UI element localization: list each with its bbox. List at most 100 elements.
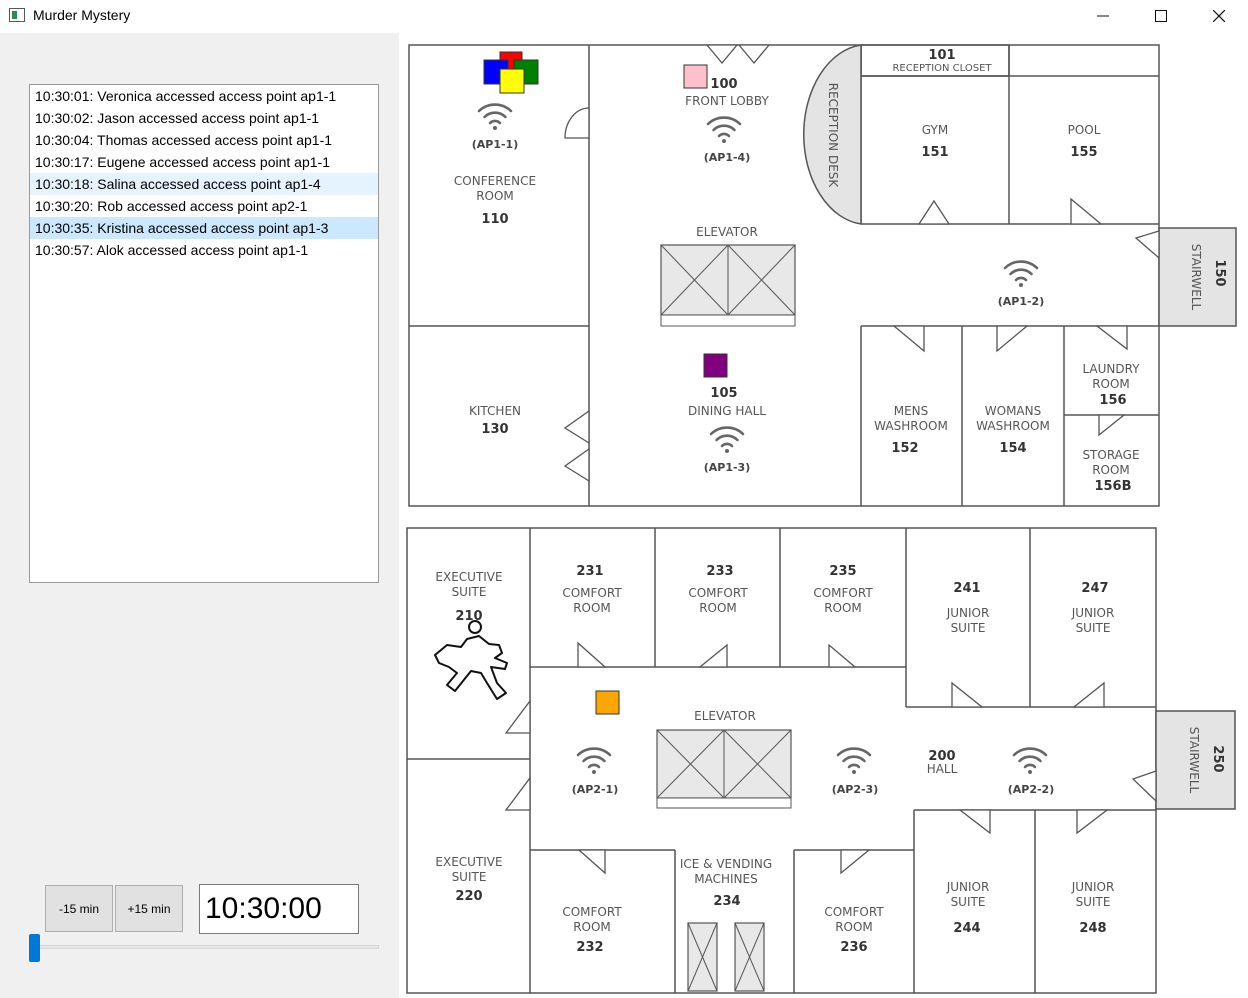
- floor-plan-svg: 101 RECEPTION CLOSET 100 FRONT LOBBY CON…: [406, 44, 1237, 994]
- room-156-number: 156: [1099, 393, 1126, 408]
- room-156b-name-2: ROOM: [1092, 463, 1130, 477]
- room-155-name: POOL: [1068, 123, 1101, 137]
- room-244-number: 244: [953, 921, 980, 936]
- close-icon: [1213, 10, 1225, 22]
- room-235-name-1: COMFORT: [813, 586, 873, 600]
- wifi-icon[interactable]: [709, 426, 745, 455]
- room-156-name-2: ROOM: [1092, 377, 1130, 391]
- stairwell-250-number: 250: [1210, 745, 1225, 772]
- minimize-button[interactable]: [1074, 0, 1132, 32]
- room-234-name-2: MACHINES: [694, 872, 757, 886]
- time-slider-thumb[interactable]: [29, 934, 40, 962]
- close-button[interactable]: [1190, 0, 1248, 32]
- person-marker[interactable]: [499, 68, 525, 94]
- floor-map: 101 RECEPTION CLOSET 100 FRONT LOBBY CON…: [399, 33, 1248, 998]
- room-200-name: HALL: [927, 762, 958, 776]
- room-247-name-2: SUITE: [1076, 621, 1111, 635]
- room-105-name: DINING HALL: [688, 404, 766, 418]
- log-entry[interactable]: 10:30:02: Jason accessed access point ap…: [30, 107, 378, 129]
- room-156b-name-1: STORAGE: [1082, 448, 1139, 462]
- stairwell-150-number: 150: [1212, 259, 1227, 286]
- title-bar: Murder Mystery: [0, 0, 1248, 32]
- stairwell-150-label: STAIRWELL: [1189, 244, 1203, 311]
- room-241-name-2: SUITE: [951, 621, 986, 635]
- room-155-number: 155: [1070, 145, 1097, 160]
- elevator-2-label: ELEVATOR: [694, 709, 756, 723]
- person-marker[interactable]: [683, 64, 708, 89]
- ap2-3-label: (AP2-3): [832, 783, 879, 796]
- room-210-name-1: EXECUTIVE: [435, 570, 502, 584]
- wifi-icon[interactable]: [1012, 747, 1048, 776]
- room-151-name: GYM: [922, 123, 948, 137]
- room-231-name-2: ROOM: [573, 601, 611, 615]
- log-entry[interactable]: 10:30:01: Veronica accessed access point…: [30, 85, 378, 107]
- room-244-name-1: JUNIOR: [946, 880, 990, 894]
- room-156b-number: 156B: [1094, 479, 1131, 494]
- room-210-number: 210: [455, 609, 482, 624]
- log-entry-selected[interactable]: 10:30:35: Kristina accessed access point…: [30, 217, 378, 239]
- room-130-name: KITCHEN: [469, 404, 521, 418]
- room-210-name-2: SUITE: [452, 585, 487, 599]
- room-156-name-1: LAUNDRY: [1082, 362, 1140, 376]
- room-235-name-2: ROOM: [824, 601, 862, 615]
- plus-15-min-button[interactable]: +15 min: [115, 885, 183, 932]
- reception-desk-label: RECEPTION DESK: [826, 83, 840, 189]
- room-154-name-1: WOMANS: [985, 404, 1041, 418]
- room-130-number: 130: [481, 422, 508, 437]
- person-marker[interactable]: [703, 353, 728, 378]
- wifi-icon[interactable]: [576, 747, 612, 776]
- wifi-icon[interactable]: [836, 747, 872, 776]
- room-105-number: 105: [710, 386, 737, 401]
- room-110-name-1: CONFERENCE: [454, 174, 536, 188]
- floor-1: 101 RECEPTION CLOSET 100 FRONT LOBBY CON…: [408, 44, 1237, 507]
- room-232-number: 232: [576, 940, 603, 955]
- app-icon: [9, 8, 25, 22]
- maximize-icon: [1155, 10, 1167, 22]
- room-101-number: 101: [928, 48, 955, 63]
- room-248-number: 248: [1079, 921, 1106, 936]
- log-entry[interactable]: 10:30:04: Thomas accessed access point a…: [30, 129, 378, 151]
- room-232-name-1: COMFORT: [562, 905, 622, 919]
- room-154-number: 154: [999, 441, 1026, 456]
- room-234-number: 234: [713, 894, 740, 909]
- room-244-name-2: SUITE: [951, 895, 986, 909]
- room-235-number: 235: [829, 564, 856, 579]
- maximize-button[interactable]: [1132, 0, 1190, 32]
- room-236-name-1: COMFORT: [824, 905, 884, 919]
- room-233-name-2: ROOM: [699, 601, 737, 615]
- room-247-name-1: JUNIOR: [1071, 606, 1115, 620]
- room-152-name-2: WASHROOM: [874, 419, 948, 433]
- room-241-number: 241: [953, 581, 980, 596]
- room-236-number: 236: [840, 940, 867, 955]
- wifi-icon[interactable]: [1003, 260, 1039, 289]
- ap1-1-label: (AP1-1): [472, 138, 519, 151]
- ap1-4-label: (AP1-4): [704, 151, 751, 164]
- room-220-name-1: EXECUTIVE: [435, 855, 502, 869]
- room-152-name-1: MENS: [894, 404, 929, 418]
- ap1-3-label: (AP1-3): [704, 461, 751, 474]
- elevator-1-label: ELEVATOR: [696, 225, 758, 239]
- room-234-name-1: ICE & VENDING: [680, 857, 772, 871]
- room-231-name-1: COMFORT: [562, 586, 622, 600]
- ap1-2-label: (AP1-2): [998, 295, 1045, 308]
- ap2-2-label: (AP2-2): [1008, 783, 1055, 796]
- room-233-name-1: COMFORT: [688, 586, 748, 600]
- ap2-1-label: (AP2-1): [572, 783, 619, 796]
- room-100-number: 100: [710, 77, 737, 92]
- access-log-list[interactable]: 10:30:01: Veronica accessed access point…: [29, 84, 379, 583]
- room-100-name: FRONT LOBBY: [685, 94, 769, 108]
- log-entry[interactable]: 10:30:17: Eugene accessed access point a…: [30, 151, 378, 173]
- person-marker[interactable]: [595, 690, 620, 715]
- chalk-outline-icon: [434, 620, 508, 700]
- wifi-icon[interactable]: [706, 116, 742, 145]
- log-entry[interactable]: 10:30:18: Salina accessed access point a…: [30, 173, 378, 195]
- window-title: Murder Mystery: [33, 7, 131, 23]
- floor-2: EXECUTIVE SUITE 210 EXECUTIVE SUITE 220 …: [406, 527, 1236, 994]
- room-101-name: RECEPTION CLOSET: [892, 63, 992, 74]
- room-151-number: 151: [921, 145, 948, 160]
- wifi-icon[interactable]: [477, 103, 513, 132]
- minus-15-min-button[interactable]: -15 min: [45, 885, 113, 932]
- time-slider-track[interactable]: [34, 945, 379, 949]
- log-entry[interactable]: 10:30:20: Rob accessed access point ap2-…: [30, 195, 378, 217]
- log-entry[interactable]: 10:30:57: Alok accessed access point ap1…: [30, 239, 378, 261]
